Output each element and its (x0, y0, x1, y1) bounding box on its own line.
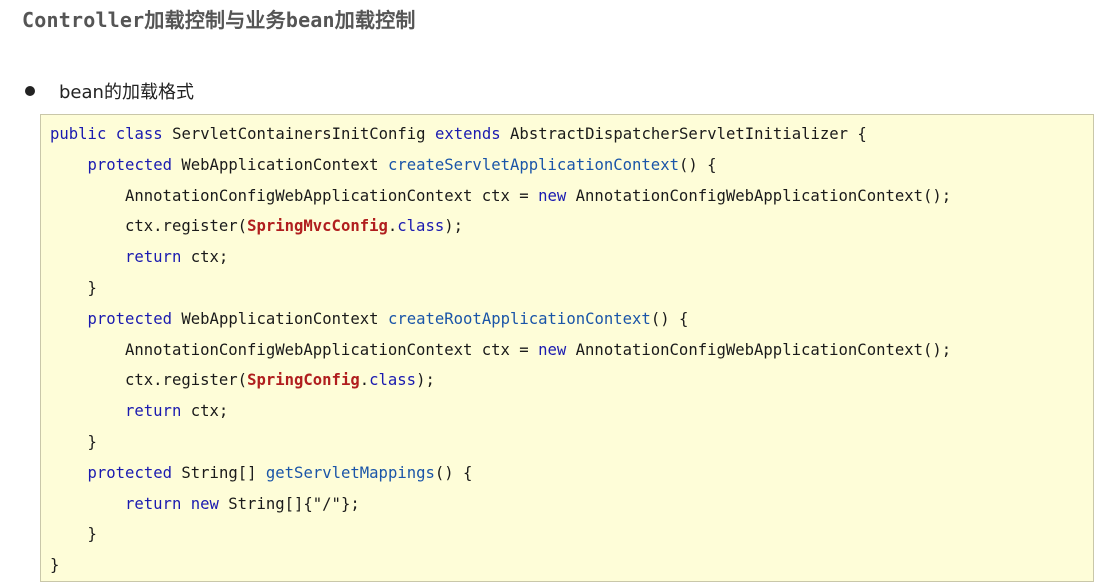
code-line: return ctx; (125, 396, 228, 426)
code-line: public class ServletContainersInitConfig… (50, 119, 867, 149)
code-token: new (538, 186, 576, 205)
code-block: public class ServletContainersInitConfig… (40, 114, 1094, 582)
code-token: ctx.register( (125, 371, 248, 390)
code-line: protected WebApplicationContext createSe… (88, 150, 717, 180)
code-token: ); (416, 371, 435, 390)
code-line: } (88, 519, 97, 549)
title-part-bean: bean (285, 8, 335, 32)
code-line: } (50, 550, 59, 580)
code-token: } (87, 525, 97, 544)
code-token: } (50, 556, 60, 575)
code-token: public (50, 125, 116, 143)
code-token: extends (434, 125, 511, 143)
code-token: SpringMvcConfig (247, 217, 388, 236)
code-token: ctx; (190, 402, 229, 421)
title-part-controller: Controller (22, 8, 145, 32)
code-token: return (125, 402, 191, 421)
code-line: } (88, 273, 97, 303)
code-line: AnnotationConfigWebApplicationContext ct… (125, 335, 951, 365)
code-token: return (125, 494, 191, 513)
code-token: ctx; (190, 248, 229, 267)
code-line: ctx.register(SpringMvcConfig.class); (125, 211, 463, 241)
code-token: String[]{"/"}; (228, 494, 360, 513)
code-token: class (397, 217, 445, 236)
code-token: () { (434, 463, 473, 482)
code-line: } (88, 427, 97, 457)
code-token: WebApplicationContext (181, 309, 388, 328)
code-token: ctx.register( (125, 217, 248, 236)
code-token: new (538, 340, 576, 359)
title-part-4: 加载控制 (334, 8, 416, 32)
code-line: ctx.register(SpringConfig.class); (125, 365, 435, 395)
code-token: SpringConfig (247, 371, 360, 390)
code-token: WebApplicationContext (181, 155, 388, 174)
code-token: } (87, 433, 97, 451)
code-token: createRootApplicationContext (387, 309, 651, 328)
code-line: protected WebApplicationContext createRo… (88, 304, 689, 334)
code-token: getServletMappings (265, 463, 435, 482)
code-line: return ctx; (125, 242, 228, 272)
code-token: protected (87, 463, 182, 482)
code-token: () { (650, 309, 689, 328)
code-token: createServletApplicationContext (387, 155, 679, 174)
code-token: new (190, 494, 229, 513)
code-token: String[] (181, 463, 266, 482)
code-token: . (387, 217, 398, 236)
code-token: class (115, 125, 173, 143)
title-part-2: 加载控制与业务 (144, 8, 286, 32)
code-line: protected String[] getServletMappings() … (88, 458, 473, 488)
code-token: return (125, 248, 191, 267)
code-token: AbstractDispatcherServletInitializer { (510, 125, 867, 143)
code-token: protected (87, 309, 182, 328)
code-token: AnnotationConfigWebApplicationContext ct… (125, 186, 539, 205)
code-token: ServletContainersInitConfig (172, 125, 435, 143)
code-token: ); (444, 217, 464, 236)
code-token: () { (678, 155, 717, 174)
code-token: AnnotationConfigWebApplicationContext ct… (125, 340, 539, 359)
code-line: return new String[]{"/"}; (125, 489, 360, 519)
bullet-dot-icon (25, 86, 35, 96)
code-token: class (369, 371, 417, 390)
page-title: Controller加载控制与业务bean加载控制 (22, 4, 416, 33)
code-token: } (87, 279, 97, 297)
code-token: AnnotationConfigWebApplicationContext(); (575, 340, 952, 359)
code-token: AnnotationConfigWebApplicationContext(); (575, 186, 952, 205)
bullet-item: bean的加载格式 (22, 78, 194, 104)
code-token: . (359, 371, 370, 390)
code-line: AnnotationConfigWebApplicationContext ct… (125, 181, 951, 211)
code-token: protected (87, 155, 182, 174)
bullet-text: bean的加载格式 (59, 82, 194, 103)
